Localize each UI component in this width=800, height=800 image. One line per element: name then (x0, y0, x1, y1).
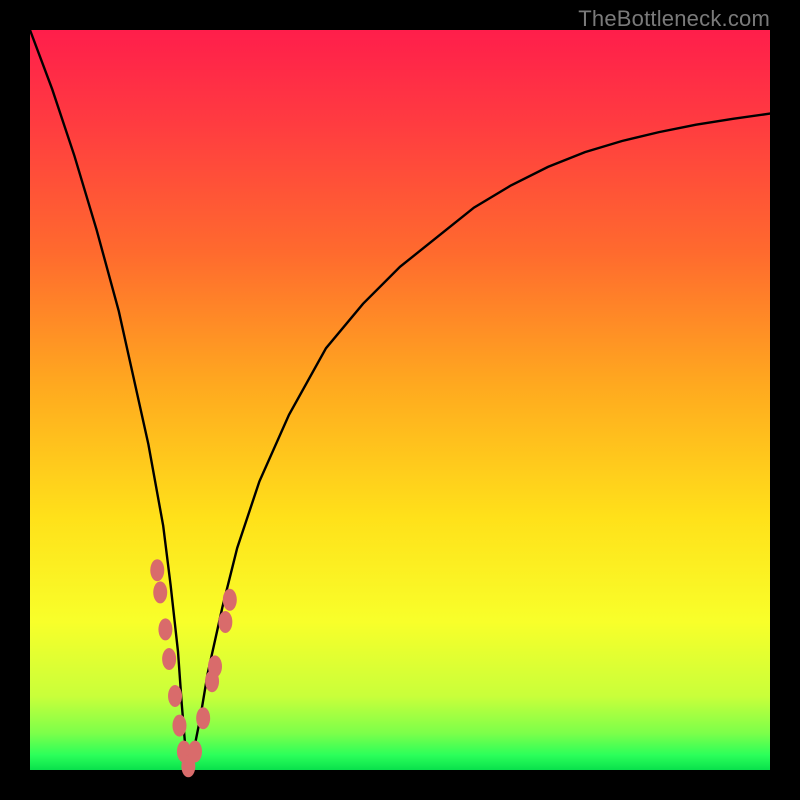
highlight-dot (223, 589, 237, 611)
highlight-dot (208, 655, 222, 677)
highlight-dot (153, 581, 167, 603)
highlight-dot (150, 559, 164, 581)
watermark-text: TheBottleneck.com (578, 6, 770, 32)
highlight-dot (162, 648, 176, 670)
plot-area (30, 30, 770, 770)
highlight-dot (218, 611, 232, 633)
highlight-dot (196, 707, 210, 729)
highlight-dot (172, 715, 186, 737)
highlight-dot (158, 618, 172, 640)
chart-frame: TheBottleneck.com (0, 0, 800, 800)
chart-svg (30, 30, 770, 770)
highlight-dots (150, 559, 237, 777)
bottleneck-curve (30, 30, 770, 770)
highlight-dot (188, 741, 202, 763)
highlight-dot (168, 685, 182, 707)
